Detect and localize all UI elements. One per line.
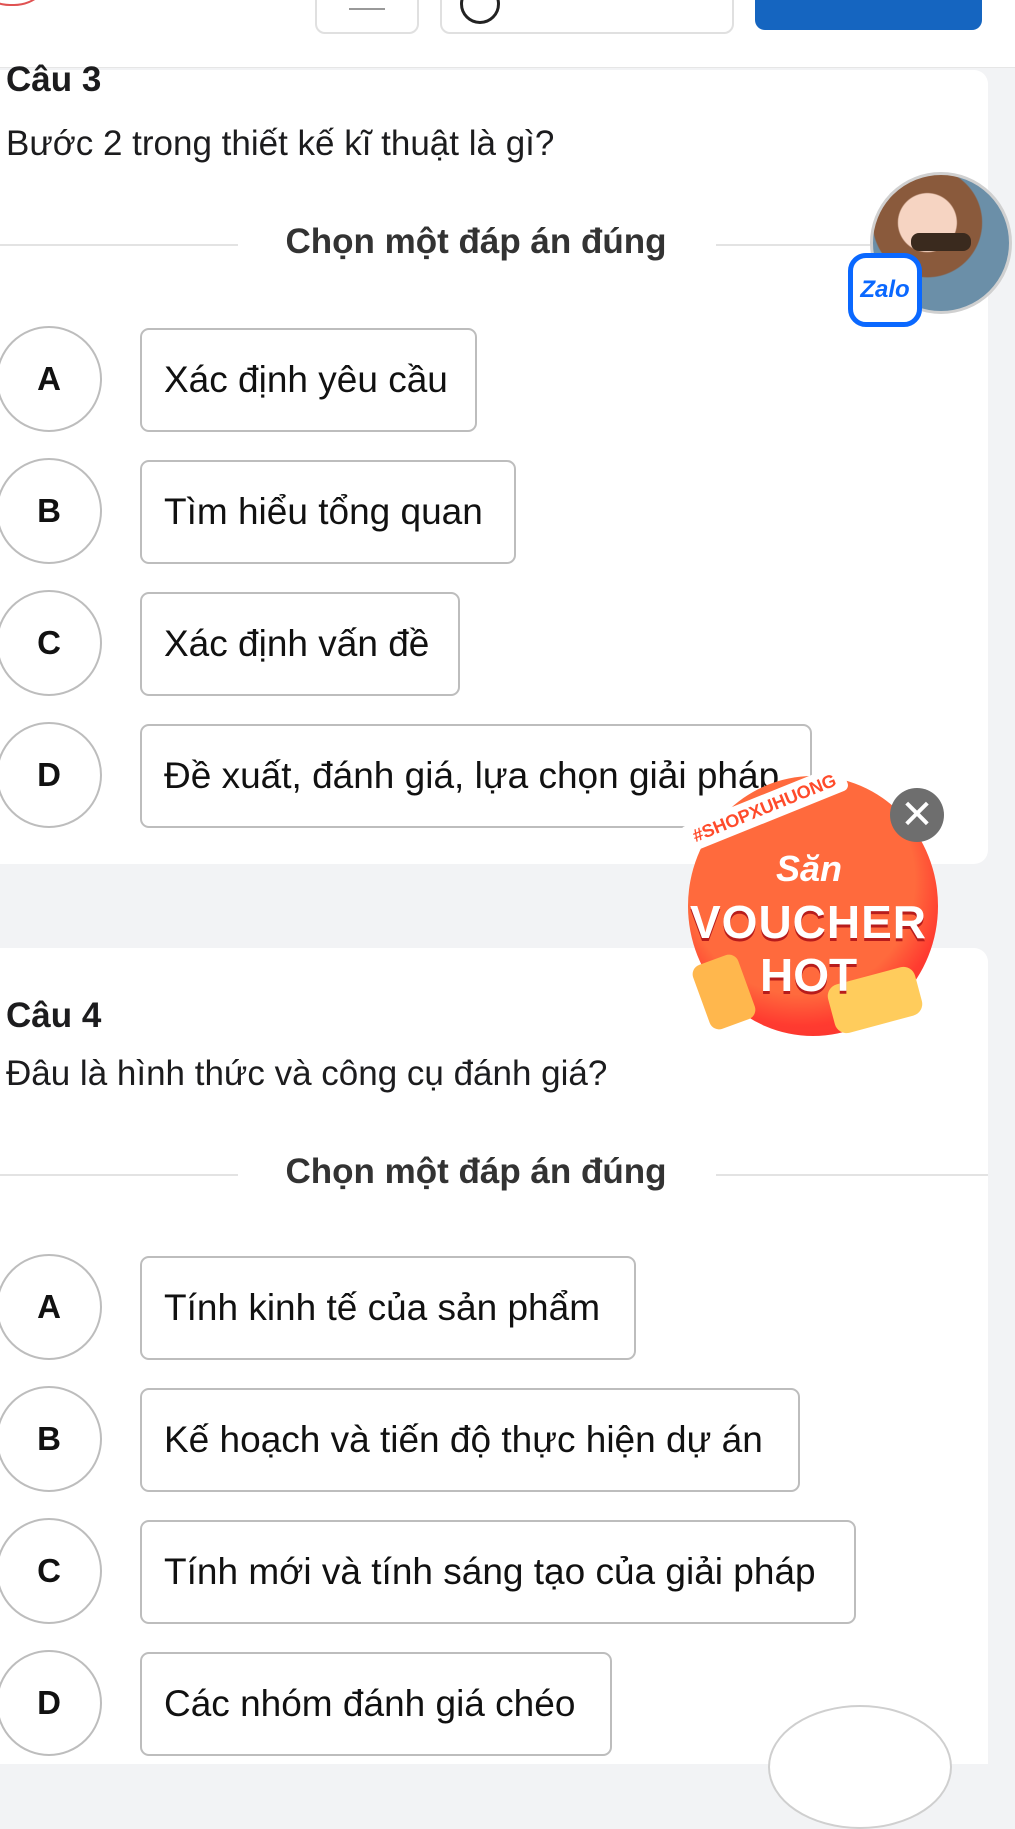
- instruction-label: Chọn một đáp án đúng: [285, 222, 667, 261]
- option-d-letter[interactable]: D: [0, 1650, 102, 1756]
- option-b-letter[interactable]: B: [0, 1386, 102, 1492]
- option-b[interactable]: Tìm hiểu tổng quan: [140, 460, 516, 564]
- option-c[interactable]: Tính mới và tính sáng tạo của giải pháp: [140, 1520, 856, 1624]
- option-a-letter[interactable]: A: [0, 1254, 102, 1360]
- zalo-icon[interactable]: Zalo: [848, 253, 922, 327]
- option-c[interactable]: Xác định vấn đề: [140, 592, 460, 696]
- question-card-3: Câu 3 Bước 2 trong thiết kế kĩ thuật là …: [0, 60, 988, 864]
- toolbar-divider: [0, 67, 1015, 68]
- option-c-letter[interactable]: C: [0, 590, 102, 696]
- voucher-line1: Săn: [776, 848, 843, 889]
- option-d[interactable]: Đề xuất, đánh giá, lựa chọn giải pháp: [140, 724, 812, 828]
- instruction-label: Chọn một đáp án đúng: [285, 1152, 667, 1191]
- voucher-line3: HOT: [760, 949, 858, 1001]
- clock-icon: [460, 0, 500, 24]
- option-a[interactable]: Tính kinh tế của sản phẩm: [140, 1256, 636, 1360]
- option-a[interactable]: Xác định yêu cầu: [140, 328, 477, 432]
- option-d-letter[interactable]: D: [0, 722, 102, 828]
- close-icon[interactable]: ✕: [890, 788, 944, 842]
- voucher-line2: VOUCHER: [690, 896, 928, 948]
- question-text: Bước 2 trong thiết kế kĩ thuật là gì?: [6, 124, 555, 163]
- menu-icon: [349, 8, 385, 10]
- question-text: Đâu là hình thức và công cụ đánh giá?: [6, 1054, 608, 1093]
- option-a-letter[interactable]: A: [0, 326, 102, 432]
- option-b[interactable]: Kế hoạch và tiến độ thực hiện dự án: [140, 1388, 800, 1492]
- question-card-4: Câu 4 Đâu là hình thức và công cụ đánh g…: [0, 948, 988, 1764]
- submit-button[interactable]: [755, 0, 982, 30]
- question-title: Câu 3: [6, 60, 102, 99]
- question-list-button[interactable]: [315, 0, 419, 34]
- option-c-letter[interactable]: C: [0, 1518, 102, 1624]
- question-nav-indicator[interactable]: [0, 0, 54, 6]
- timer-display: [440, 0, 734, 34]
- top-toolbar: [0, 0, 1015, 68]
- option-b-letter[interactable]: B: [0, 458, 102, 564]
- question-title: Câu 4: [6, 996, 102, 1035]
- floating-action-button[interactable]: [768, 1705, 952, 1829]
- option-d[interactable]: Các nhóm đánh giá chéo: [140, 1652, 612, 1756]
